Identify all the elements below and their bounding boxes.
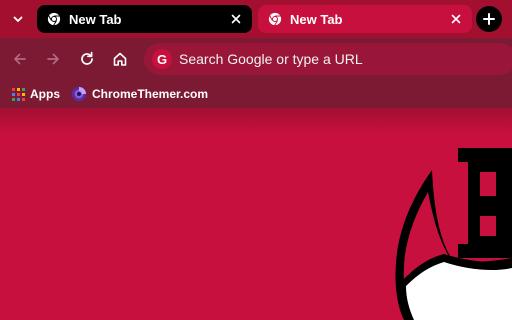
reload-icon: [81, 51, 93, 65]
plus-icon: [483, 13, 495, 25]
bookmark-apps[interactable]: Apps: [12, 85, 60, 103]
arrow-right-icon: [47, 53, 59, 65]
new-tab-button[interactable]: [476, 6, 502, 32]
tab-search-button[interactable]: [6, 8, 30, 30]
apps-grid-icon: [12, 87, 25, 101]
back-button[interactable]: [8, 47, 32, 71]
arrow-left-icon: [14, 53, 26, 65]
bookmark-chromethemer[interactable]: ChromeThemer.com: [71, 85, 208, 103]
tab-new-tab-2[interactable]: New Tab: [258, 5, 472, 33]
google-g-icon: G: [152, 49, 172, 69]
theme-background-art: [395, 148, 512, 320]
home-button[interactable]: [108, 47, 132, 71]
bookmarks-bar: Apps ChromeThemer.com: [0, 80, 512, 108]
chevron-down-icon: [13, 16, 23, 22]
mascot-letter-b: [458, 148, 512, 258]
home-icon: [113, 52, 127, 66]
tab-strip: New Tab New Tab: [0, 0, 512, 38]
tab-close-button[interactable]: [448, 11, 464, 27]
toolbar: G Search Google or type a URL: [0, 38, 512, 80]
chromethemer-icon: [71, 86, 87, 102]
chrome-icon: [268, 12, 282, 26]
omnibox[interactable]: G Search Google or type a URL: [144, 43, 512, 75]
reload-button[interactable]: [75, 47, 99, 71]
forward-button[interactable]: [41, 47, 65, 71]
close-icon: [451, 14, 461, 24]
tab-new-tab-1[interactable]: New Tab: [37, 5, 252, 33]
chrome-icon: [47, 12, 61, 26]
omnibox-placeholder: Search Google or type a URL: [179, 51, 363, 67]
tab-title: New Tab: [69, 11, 122, 27]
new-tab-page: [0, 108, 512, 320]
bookmark-label: Apps: [30, 87, 60, 101]
close-icon: [231, 14, 241, 24]
bookmark-label: ChromeThemer.com: [92, 87, 209, 101]
tab-close-button[interactable]: [228, 11, 244, 27]
tab-title: New Tab: [290, 11, 343, 27]
